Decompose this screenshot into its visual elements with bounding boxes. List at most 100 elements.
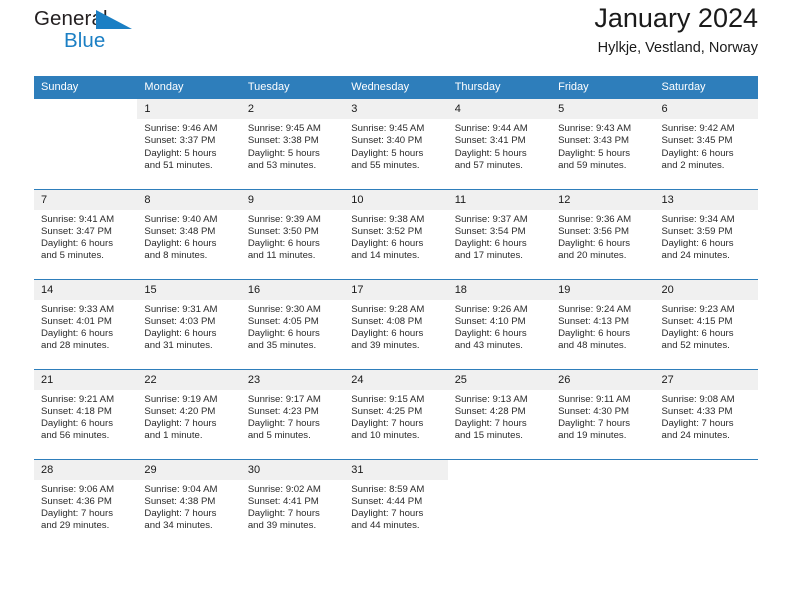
calendar-day-cell[interactable]: 28 Sunrise: 9:06 AM Sunset: 4:36 PM Dayligh… [34, 458, 138, 549]
weekday-header-sunday: Sunday [34, 76, 138, 99]
day-number: 17 [344, 279, 448, 300]
calendar-day-cell[interactable]: 20 Sunrise: 9:23 AM Sunset: 4:15 PM Dayligh… [654, 278, 758, 369]
calendar-cell-inner: 3 Sunrise: 9:45 AM Sunset: 3:40 PM Daylight… [344, 99, 448, 189]
calendar-day-cell[interactable]: 7 Sunrise: 9:41 AM Sunset: 3:47 PM Daylight… [34, 188, 138, 279]
calendar-day-cell[interactable]: 6 Sunrise: 9:42 AM Sunset: 3:45 PM Daylight… [654, 99, 758, 189]
weekday-header-wednesday: Wednesday [344, 76, 448, 99]
calendar-day-cell[interactable]: 19 Sunrise: 9:24 AM Sunset: 4:13 PM Dayligh… [551, 278, 655, 369]
calendar-day-cell[interactable]: 5 Sunrise: 9:43 AM Sunset: 3:43 PM Daylight… [551, 99, 655, 189]
day-number: 24 [344, 369, 448, 390]
daylight-text-line2: and 52 minutes. [661, 340, 730, 352]
calendar-day-cell[interactable]: 29 Sunrise: 9:04 AM Sunset: 4:38 PM Dayligh… [137, 458, 241, 550]
sunrise-text: Sunrise: 9:39 AM [247, 213, 321, 225]
day-details: Sunrise: 9:40 AM Sunset: 3:48 PM Daylight:… [137, 210, 240, 263]
sunrise-text: Sunrise: 9:26 AM [454, 303, 528, 315]
day-number: 31 [344, 459, 448, 480]
daylight-text-line1: Daylight: 6 hours [144, 238, 217, 250]
calendar-day-cell[interactable]: 16 Sunrise: 9:30 AM Sunset: 4:05 PM Dayligh… [240, 278, 345, 369]
daylight-text-line2: and 17 minutes. [454, 250, 523, 262]
calendar-day-cell[interactable]: 17 Sunrise: 9:28 AM Sunset: 4:08 PM Dayligh… [344, 278, 448, 369]
daylight-text-line1: Daylight: 7 hours [144, 418, 217, 430]
calendar-day-cell[interactable]: 14 Sunrise: 9:33 AM Sunset: 4:01 PM Dayligh… [34, 278, 138, 369]
daylight-text-line1: Daylight: 6 hours [247, 328, 320, 340]
calendar-day-cell[interactable]: 24 Sunrise: 9:15 AM Sunset: 4:25 PM Dayligh… [344, 368, 448, 459]
sunset-text: Sunset: 3:54 PM [454, 225, 526, 237]
calendar-cell-inner: 29 Sunrise: 9:04 AM Sunset: 4:38 PM Dayligh… [137, 459, 241, 550]
daylight-text-line1: Daylight: 5 hours [454, 147, 527, 159]
calendar-cell-inner: 1 Sunrise: 9:46 AM Sunset: 3:37 PM Daylight… [137, 99, 241, 189]
daylight-text-line2: and 48 minutes. [558, 340, 627, 352]
day-number: 26 [551, 369, 655, 390]
sunset-text: Sunset: 3:52 PM [351, 225, 423, 237]
sunrise-text: Sunrise: 9:04 AM [144, 483, 218, 495]
title-block: January 2024 Hylkje, Vestland, Norway [594, 0, 758, 58]
calendar-day-cell[interactable]: 13 Sunrise: 9:34 AM Sunset: 3:59 PM Dayligh… [654, 188, 758, 279]
sunrise-text: Sunrise: 9:19 AM [144, 393, 218, 405]
sunset-text: Sunset: 3:40 PM [351, 135, 423, 147]
calendar-day-cell[interactable]: 1 Sunrise: 9:46 AM Sunset: 3:37 PM Daylight… [137, 99, 241, 189]
page-title: January 2024 [594, 3, 758, 33]
calendar-cell-inner: 4 Sunrise: 9:44 AM Sunset: 3:41 PM Daylight… [447, 99, 552, 189]
day-number: 3 [344, 99, 448, 119]
calendar-cell-inner: 8 Sunrise: 9:40 AM Sunset: 3:48 PM Daylight… [137, 189, 241, 279]
day-details: Sunrise: 9:43 AM Sunset: 3:43 PM Daylight:… [551, 119, 654, 172]
calendar-day-cell[interactable]: 15 Sunrise: 9:31 AM Sunset: 4:03 PM Dayligh… [137, 278, 241, 369]
calendar-cell-inner: 7 Sunrise: 9:41 AM Sunset: 3:47 PM Daylight… [34, 189, 138, 279]
calendar-day-cell[interactable]: 8 Sunrise: 9:40 AM Sunset: 3:48 PM Daylight… [137, 188, 241, 279]
calendar-day-cell[interactable]: 31 Sunrise: 8:59 AM Sunset: 4:44 PM Dayligh… [344, 458, 448, 550]
day-details: Sunrise: 9:21 AM Sunset: 4:18 PM Daylight:… [34, 390, 137, 443]
calendar-day-cell[interactable]: 21 Sunrise: 9:21 AM Sunset: 4:18 PM Dayligh… [34, 368, 138, 459]
calendar-day-cell[interactable]: 9 Sunrise: 9:39 AM Sunset: 3:50 PM Daylight… [240, 188, 345, 279]
day-number: 19 [551, 279, 655, 300]
calendar-day-cell[interactable]: 30 Sunrise: 9:02 AM Sunset: 4:41 PM Dayligh… [240, 458, 345, 549]
brand-logo[interactable]: General Blue [34, 0, 132, 51]
day-details: Sunrise: 9:46 AM Sunset: 3:37 PM Daylight:… [137, 119, 240, 172]
sunset-text: Sunset: 4:23 PM [247, 405, 319, 417]
sunrise-text: Sunrise: 9:42 AM [661, 123, 735, 134]
calendar-day-cell[interactable]: 2 Sunrise: 9:45 AM Sunset: 3:38 PM Daylight… [240, 99, 345, 189]
page-subtitle: Hylkje, Vestland, Norway [597, 40, 758, 56]
day-details: Sunrise: 9:08 AM Sunset: 4:33 PM Daylight:… [655, 390, 758, 443]
calendar-day-cell[interactable]: 18 Sunrise: 9:26 AM Sunset: 4:10 PM Dayligh… [447, 278, 552, 369]
day-number: 18 [447, 279, 552, 300]
daylight-text-line1: Daylight: 6 hours [661, 328, 734, 340]
daylight-text-line1: Daylight: 6 hours [247, 238, 320, 250]
daylight-text-line1: Daylight: 7 hours [351, 418, 424, 430]
calendar-cell-empty [447, 458, 552, 549]
calendar-cell-inner [34, 99, 137, 189]
day-details: Sunrise: 9:36 AM Sunset: 3:56 PM Daylight:… [551, 210, 654, 263]
sunrise-text: Sunrise: 9:31 AM [144, 303, 218, 315]
calendar-day-cell[interactable]: 10 Sunrise: 9:38 AM Sunset: 3:52 PM Dayligh… [344, 188, 448, 279]
calendar-day-cell[interactable]: 4 Sunrise: 9:44 AM Sunset: 3:41 PM Daylight… [447, 99, 552, 189]
day-number: 25 [447, 369, 552, 390]
daylight-text-line1: Daylight: 6 hours [454, 328, 527, 340]
day-details: Sunrise: 9:38 AM Sunset: 3:52 PM Daylight:… [344, 210, 447, 263]
day-number: 30 [240, 459, 345, 480]
calendar-day-cell[interactable]: 11 Sunrise: 9:37 AM Sunset: 3:54 PM Dayligh… [447, 188, 552, 279]
daylight-text-line2: and 1 minute. [144, 430, 203, 442]
day-details: Sunrise: 9:42 AM Sunset: 3:45 PM Daylight:… [655, 119, 758, 172]
day-details: Sunrise: 9:34 AM Sunset: 3:59 PM Daylight:… [655, 210, 758, 263]
day-number: 13 [654, 189, 758, 210]
calendar-cell-inner: 31 Sunrise: 8:59 AM Sunset: 4:44 PM Dayligh… [344, 459, 448, 550]
calendar-day-cell[interactable]: 25 Sunrise: 9:13 AM Sunset: 4:28 PM Dayligh… [447, 368, 552, 459]
calendar-cell-inner: 22 Sunrise: 9:19 AM Sunset: 4:20 PM Dayligh… [137, 369, 241, 459]
triangle-icon [96, 10, 132, 33]
calendar-day-cell[interactable]: 26 Sunrise: 9:11 AM Sunset: 4:30 PM Dayligh… [551, 368, 655, 459]
calendar-day-cell[interactable]: 27 Sunrise: 9:08 AM Sunset: 4:33 PM Dayligh… [654, 368, 758, 459]
daylight-text-line1: Daylight: 6 hours [454, 238, 527, 250]
day-number: 23 [240, 369, 345, 390]
calendar-cell-inner [655, 460, 758, 550]
sunrise-text: Sunrise: 9:17 AM [247, 393, 321, 405]
daylight-text-line2: and 15 minutes. [454, 430, 523, 442]
calendar-day-cell[interactable]: 3 Sunrise: 9:45 AM Sunset: 3:40 PM Daylight… [344, 99, 448, 189]
day-details: Sunrise: 9:31 AM Sunset: 4:03 PM Daylight:… [137, 300, 240, 353]
daylight-text-line2: and 24 minutes. [661, 430, 730, 442]
calendar-cell-inner: 13 Sunrise: 9:34 AM Sunset: 3:59 PM Dayligh… [654, 189, 758, 279]
day-number: 10 [344, 189, 448, 210]
sunrise-text: Sunrise: 9:06 AM [41, 483, 115, 495]
calendar-day-cell[interactable]: 12 Sunrise: 9:36 AM Sunset: 3:56 PM Dayligh… [551, 188, 655, 279]
calendar-day-cell[interactable]: 23 Sunrise: 9:17 AM Sunset: 4:23 PM Dayligh… [240, 368, 345, 459]
calendar-day-cell[interactable]: 22 Sunrise: 9:19 AM Sunset: 4:20 PM Dayligh… [137, 368, 241, 459]
calendar-week-row: 7 Sunrise: 9:41 AM Sunset: 3:47 PM Daylight… [34, 188, 758, 279]
